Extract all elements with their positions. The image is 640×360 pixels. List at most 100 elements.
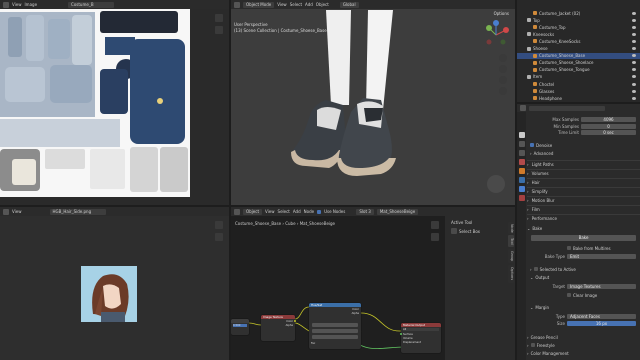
- outliner-item[interactable]: Costume_Shoese_Base: [517, 52, 640, 59]
- outliner-item[interactable]: Costume_Top: [517, 24, 640, 30]
- sidebar-tab-options[interactable]: Options: [508, 265, 514, 283]
- visibility-eye-icon[interactable]: [632, 89, 636, 93]
- min-samples-field[interactable]: 0: [581, 123, 636, 129]
- editor-type-icon[interactable]: [3, 1, 9, 8]
- properties-section-header[interactable]: › Volumes: [527, 169, 640, 176]
- image-hand-icon[interactable]: [215, 233, 223, 241]
- modifier-tab-icon[interactable]: [518, 186, 525, 192]
- outliner-item[interactable]: Costume_Shoese_Shoelace: [517, 60, 640, 66]
- properties-section-header[interactable]: › Motion Blur: [527, 196, 640, 203]
- visibility-eye-icon[interactable]: [632, 25, 636, 29]
- visibility-eye-icon[interactable]: [632, 61, 636, 65]
- freestyle-checkbox[interactable]: [530, 343, 535, 348]
- image-zoom-icon[interactable]: [215, 221, 223, 229]
- hue-sat-field-2[interactable]: [312, 329, 358, 333]
- margin-type-dropdown[interactable]: Adjacent Faces: [567, 314, 636, 320]
- outliner-item[interactable]: Costume_KneeSocks: [517, 38, 640, 44]
- viewport-scene[interactable]: [231, 0, 515, 205]
- outliner-item[interactable]: Item: [517, 74, 640, 80]
- output-row[interactable]: ⌄ Output: [530, 274, 640, 280]
- object-tab-icon[interactable]: [518, 177, 525, 183]
- image-view-menu[interactable]: View: [12, 209, 22, 214]
- viewport-pan-icon[interactable]: [499, 65, 507, 73]
- hue-sat-field-1[interactable]: [312, 323, 358, 327]
- bake-panel-header[interactable]: ⌄ Bake: [527, 225, 640, 231]
- hair-texture-image[interactable]: [81, 266, 137, 322]
- outliner-item[interactable]: Headphone: [517, 95, 640, 101]
- outliner-item[interactable]: Costume_Jacket (02): [517, 10, 640, 16]
- color-management-row[interactable]: › Color Management: [527, 350, 640, 356]
- outliner-item[interactable]: Shoese: [517, 46, 640, 52]
- output-tab-icon[interactable]: [518, 141, 525, 147]
- clear-image-checkbox[interactable]: [567, 293, 571, 298]
- outliner-item[interactable]: Kneesocks: [517, 31, 640, 37]
- mix-node[interactable]: 0.500: [231, 319, 249, 335]
- bake-from-multires-row[interactable]: Bake from Multires: [567, 245, 640, 251]
- viewport-ortho-icon[interactable]: [499, 87, 507, 95]
- viewport-camera-icon[interactable]: [499, 76, 507, 84]
- outliner-item[interactable]: Choctel: [517, 81, 640, 87]
- visibility-eye-icon[interactable]: [632, 18, 636, 22]
- sidebar-tab-tool[interactable]: Tool: [508, 235, 514, 247]
- properties-section-header[interactable]: › Simplify: [527, 187, 640, 194]
- render-tab-icon[interactable]: [518, 132, 525, 138]
- bake-type-dropdown[interactable]: Emit: [567, 254, 636, 260]
- denoise-checkbox[interactable]: [530, 143, 534, 148]
- outliner-item[interactable]: Glasses: [517, 88, 640, 94]
- advanced-row[interactable]: › Advanced: [530, 150, 640, 156]
- visibility-eye-icon[interactable]: [632, 47, 636, 51]
- properties-section-header[interactable]: › Light Paths: [527, 160, 640, 167]
- uv-hand-tool-icon[interactable]: [215, 26, 223, 34]
- visibility-eye-icon[interactable]: [632, 32, 636, 36]
- visibility-eye-icon[interactable]: [632, 11, 636, 15]
- properties-search[interactable]: [529, 105, 605, 111]
- visibility-eye-icon[interactable]: [632, 96, 636, 100]
- image-selector[interactable]: HGB_Hair_Side.png: [49, 208, 106, 215]
- bake-button[interactable]: Bake: [531, 235, 636, 241]
- scene-tab-icon[interactable]: [518, 159, 525, 165]
- viewport-zoom-icon[interactable]: [499, 54, 507, 62]
- visibility-eye-icon[interactable]: [632, 75, 636, 79]
- sidebar-tab-group[interactable]: Group: [508, 249, 514, 263]
- material-output-node[interactable]: Material Output All Surface Volume Displ…: [400, 323, 441, 353]
- sidebar-tab-node[interactable]: Node: [508, 222, 514, 234]
- material-output-all[interactable]: All: [403, 328, 439, 331]
- world-tab-icon[interactable]: [518, 168, 525, 174]
- hue-sat-field-3[interactable]: [312, 335, 358, 339]
- grease-pencil-row[interactable]: › Grease Pencil: [527, 334, 640, 340]
- image-texture-node[interactable]: Image Texture Color Alpha: [261, 315, 296, 341]
- uv-image-selector[interactable]: Costume_B: [68, 1, 115, 8]
- time-limit-field[interactable]: 0 sec: [581, 130, 636, 136]
- hue-sat-node[interactable]: Hue/Sat Color Alpha Fac: [309, 303, 361, 349]
- visibility-eye-icon[interactable]: [632, 68, 636, 72]
- visibility-eye-icon[interactable]: [632, 54, 636, 58]
- max-samples-field[interactable]: 4096: [581, 117, 636, 123]
- target-dropdown[interactable]: Image Textures: [567, 284, 636, 290]
- select-box-tool[interactable]: Select Box: [451, 228, 480, 234]
- uv-texture-canvas[interactable]: [0, 9, 190, 197]
- outliner-item[interactable]: Top: [517, 17, 640, 23]
- outliner-item[interactable]: Costume_Shoese_Tongue: [517, 67, 640, 73]
- selected-to-active-row[interactable]: › Selected to Active: [530, 266, 640, 272]
- uv-zoom-tool-icon[interactable]: [215, 14, 223, 22]
- properties-section-header[interactable]: › Hair: [527, 178, 640, 185]
- margin-row[interactable]: ⌄ Margin: [530, 304, 640, 310]
- properties-editor-icon[interactable]: [520, 105, 526, 111]
- properties-section-header[interactable]: › Film: [527, 205, 640, 212]
- viewport-scrollbar[interactable]: [487, 175, 505, 193]
- denoise-row[interactable]: Denoise: [530, 142, 640, 148]
- material-tab-icon[interactable]: [518, 195, 525, 201]
- freestyle-row[interactable]: › Freestyle: [527, 342, 640, 348]
- mix-node-value[interactable]: 0.500: [233, 324, 247, 327]
- image-editor-type-icon[interactable]: [3, 208, 9, 215]
- visibility-eye-icon[interactable]: [632, 39, 636, 43]
- selected-to-active-checkbox[interactable]: [533, 267, 538, 272]
- visibility-eye-icon[interactable]: [632, 82, 636, 86]
- uv-view-menu[interactable]: View: [12, 2, 22, 7]
- navigation-gizmo[interactable]: [481, 20, 511, 50]
- properties-section-header[interactable]: › Performance: [527, 214, 640, 221]
- view-layer-tab-icon[interactable]: [518, 150, 525, 156]
- margin-size-field[interactable]: 16 px: [567, 321, 636, 327]
- uv-image-menu[interactable]: Image: [25, 2, 38, 7]
- clear-image-row[interactable]: Clear Image: [567, 292, 640, 298]
